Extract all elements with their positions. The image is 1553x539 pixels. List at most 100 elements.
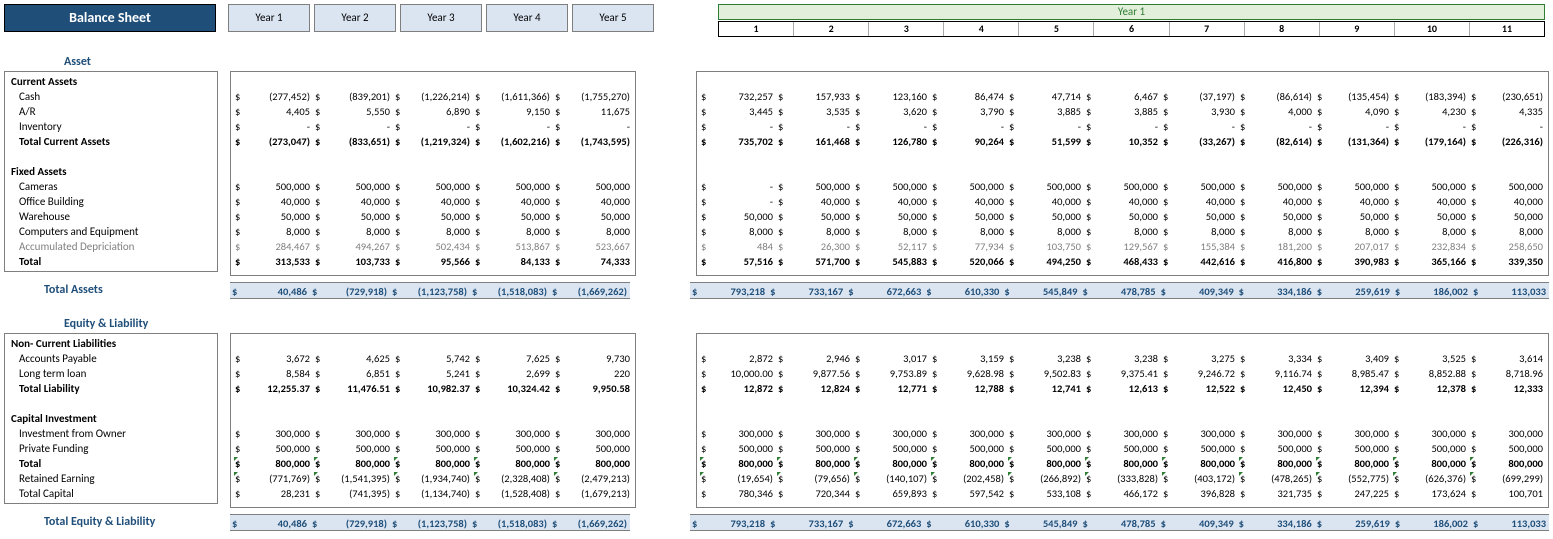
data-cell: $500,000 [1084,179,1161,194]
data-cell: $10,352 [1084,134,1161,149]
data-cell: $484 [699,239,776,254]
lbl-ret: Retained Earning [11,471,211,486]
data-cell [1007,336,1084,351]
data-cell: $300,000 [699,426,776,441]
data-cell: $7,625 [473,351,553,366]
data-cell: $(226,316) [1469,134,1546,149]
data-cell: $500,000 [1007,441,1084,456]
data-cell [553,149,633,164]
month-header: 3 [869,22,944,36]
data-cell [1392,164,1469,179]
grand-cell: $409,349 [1159,514,1237,531]
data-cell [853,336,930,351]
data-cell: $(699,299) [1469,471,1546,486]
data-cell: $(839,201) [313,89,393,104]
data-cell: $12,394 [1315,381,1392,396]
grand-assets-year: $40,486$(729,918)$(1,123,758)$(1,518,083… [230,282,630,299]
data-cell [1392,411,1469,426]
grand-cell: $610,330 [924,514,1002,531]
data-cell: $8,000 [1161,224,1238,239]
data-cell: $(1,611,366) [473,89,553,104]
lbl-computers: Computers and Equipment [11,224,211,239]
data-cell: $50,000 [930,209,1007,224]
grand-cell: $(1,123,758) [390,514,470,531]
data-cell: $3,238 [1084,351,1161,366]
data-cell: $258,650 [1469,239,1546,254]
data-cell: $500,000 [776,441,853,456]
data-cell: $800,000 [233,456,313,471]
data-cell: $300,000 [1007,426,1084,441]
data-cell: $523,667 [553,239,633,254]
year-headers: Year 1 Year 2 Year 3 Year 4 Year 5 [228,4,654,32]
data-cell: $4,230 [1392,104,1469,119]
data-cell: $500,000 [1315,179,1392,194]
lbl-accdep: Accumulated Depriciation [11,239,211,254]
data-cell: $9,150 [473,104,553,119]
data-cell: $466,172 [1084,486,1161,501]
data-cell: $(273,047) [233,134,313,149]
lbl-current-assets: Current Assets [11,74,211,89]
data-cell [1315,164,1392,179]
grand-cell: $672,663 [846,282,924,299]
data-cell: $12,788 [930,381,1007,396]
data-cell: $800,000 [1084,456,1161,471]
grand-cell: $478,785 [1080,514,1158,531]
data-cell [1238,164,1315,179]
data-cell: $2,872 [699,351,776,366]
lbl-warehouse: Warehouse [11,209,211,224]
data-cell: $365,166 [1392,254,1469,269]
grand-assets-label: Total Assets [44,282,218,299]
data-cell: $129,567 [1084,239,1161,254]
data-cell [930,74,1007,89]
grand-cell: $259,619 [1315,282,1393,299]
data-cell: $442,616 [1161,254,1238,269]
data-cell: $26,300 [776,239,853,254]
data-cell: $9,730 [553,351,633,366]
liab-month-data: $2,872$10,000.00$12,872$300,000$500,000$… [696,333,1549,508]
data-cell: $500,000 [393,179,473,194]
data-cell: $500,000 [776,179,853,194]
data-cell: $300,000 [930,426,1007,441]
lbl-ap: Accounts Payable [11,351,211,366]
grand-cell: $40,486 [230,282,310,299]
data-cell: $(33,267) [1161,134,1238,149]
month-header: 2 [794,22,869,36]
data-cell: $40,000 [1315,194,1392,209]
year-header: Year 5 [572,4,654,32]
data-cell: $571,700 [776,254,853,269]
data-cell: $12,741 [1007,381,1084,396]
data-cell [776,396,853,411]
data-cell [930,336,1007,351]
data-cell: $50,000 [1007,209,1084,224]
grand-cell: $(1,123,758) [390,282,470,299]
data-cell: $500,000 [473,441,553,456]
lbl-cameras: Cameras [11,179,211,194]
data-cell: $- [776,119,853,134]
data-cell: $(478,265) [1238,471,1315,486]
data-cell: $500,000 [313,179,393,194]
data-cell: $- [313,119,393,134]
data-cell [473,396,553,411]
data-cell: $103,733 [313,254,393,269]
liab-labels: Non- Current Liabilities Accounts Payabl… [4,333,218,504]
data-cell [1315,149,1392,164]
data-cell: $800,000 [1315,456,1392,471]
data-cell: $6,890 [393,104,473,119]
data-cell: $6,467 [1084,89,1161,104]
data-cell: $800,000 [1161,456,1238,471]
data-cell [473,411,553,426]
grand-cell: $545,849 [1002,514,1080,531]
data-cell: $74,333 [553,254,633,269]
data-cell [1161,74,1238,89]
data-cell: $12,333 [1469,381,1546,396]
data-cell: $3,790 [930,104,1007,119]
data-cell: $10,000.00 [699,366,776,381]
data-cell: $500,000 [313,441,393,456]
data-cell [1084,74,1161,89]
data-cell: $300,000 [553,426,633,441]
data-cell: $50,000 [1392,209,1469,224]
data-cell [233,149,313,164]
data-cell: $500,000 [233,179,313,194]
data-cell [1084,336,1161,351]
data-cell [473,149,553,164]
